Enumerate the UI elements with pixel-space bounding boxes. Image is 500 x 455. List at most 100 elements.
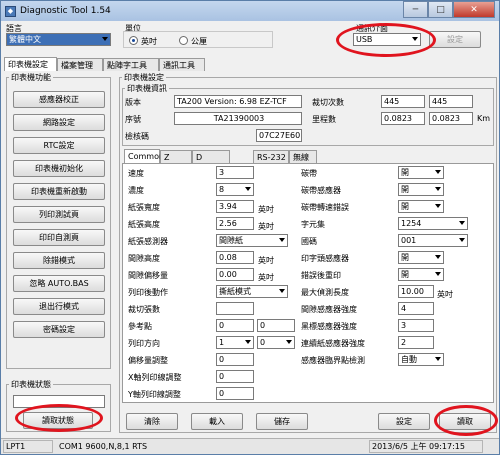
tab-wireless[interactable]: 無線: [289, 150, 317, 163]
threshold-select[interactable]: 自動: [398, 353, 444, 366]
print-test-page-button[interactable]: 列印測試頁: [13, 206, 105, 223]
ribbon-sensor-select[interactable]: 開: [398, 183, 444, 196]
paper-width-field[interactable]: 3.94: [216, 200, 254, 213]
bline-intensity-label: 黑標感應器強度: [301, 322, 357, 331]
charset-value: 1254: [401, 219, 422, 228]
ribbon-select[interactable]: 開: [398, 166, 444, 179]
threshold-value: 自動: [401, 355, 417, 364]
tab-file-manager[interactable]: 檔案管理: [57, 58, 103, 71]
paper-height-unit: 英吋: [258, 222, 274, 231]
rtc-setup-button[interactable]: RTC設定: [13, 137, 105, 154]
chevron-down-icon: [245, 187, 251, 191]
max-length-field[interactable]: 10.00: [398, 285, 434, 298]
tab-common[interactable]: Common: [124, 149, 164, 163]
tab-z[interactable]: Z: [160, 150, 192, 163]
media-sensor-label: 紙張感測器: [128, 237, 168, 246]
charset-select[interactable]: 1254: [398, 217, 468, 230]
unit-inch-radio[interactable]: [129, 36, 138, 45]
ignore-autobas-button[interactable]: 忽略 AUTO.BAS: [13, 275, 105, 292]
tab-d[interactable]: D: [192, 150, 230, 163]
chevron-down-icon: [279, 238, 285, 242]
head-sensor-select[interactable]: 開: [398, 251, 444, 264]
x-adjust-field[interactable]: 0: [216, 370, 254, 383]
tab-rs232[interactable]: RS-232: [253, 150, 289, 163]
sensor-calibration-button[interactable]: 感應器校正: [13, 91, 105, 108]
threshold-label: 感應器臨界點檢測: [301, 356, 365, 365]
post-print-select[interactable]: 撕紙模式: [216, 285, 288, 298]
read-button[interactable]: 讀取: [439, 413, 491, 430]
printer-setup-label: 印表機設定: [122, 72, 166, 83]
network-setup-button[interactable]: 網路設定: [13, 114, 105, 131]
tab-printer-setup[interactable]: 印表機設定: [4, 57, 57, 71]
paper-height-field[interactable]: 2.56: [216, 217, 254, 230]
debug-mode-button[interactable]: 除錯模式: [13, 252, 105, 269]
exit-line-mode-button[interactable]: 退出行模式: [13, 298, 105, 315]
language-value: 繁體中文: [9, 35, 41, 44]
ref-x-field[interactable]: 0: [216, 319, 254, 332]
direction-select-1[interactable]: 1: [216, 336, 254, 349]
head-sensor-value: 開: [401, 253, 409, 262]
printer-restart-button[interactable]: 印表機重新啟動: [13, 183, 105, 200]
print-self-test-button[interactable]: 印印自測頁: [13, 229, 105, 246]
max-length-unit: 英吋: [437, 290, 453, 299]
chevron-down-icon: [435, 204, 441, 208]
unit-mm-radio[interactable]: [179, 36, 188, 45]
ref-point-label: 參考點: [128, 322, 152, 331]
y-adjust-field[interactable]: 0: [216, 387, 254, 400]
bline-intensity-field[interactable]: 3: [398, 319, 434, 332]
gap-height-unit: 英吋: [258, 256, 274, 265]
close-button[interactable]: ✕: [453, 1, 495, 18]
set-button[interactable]: 設定: [378, 413, 430, 430]
cut-count-label: 裁切次數: [312, 98, 344, 107]
cut-count-setting-label: 裁切張數: [128, 305, 160, 314]
charset-label: 字元集: [301, 220, 325, 229]
functions-group-label: 印表機功能: [9, 72, 53, 83]
chevron-down-icon: [435, 357, 441, 361]
gap-offset-field[interactable]: 0.00: [216, 268, 254, 281]
tab-bitmap-font[interactable]: 點陣字工具: [103, 58, 159, 71]
mileage-label: 里程數: [312, 115, 336, 124]
load-button[interactable]: 載入: [191, 413, 243, 430]
country-label: 國碼: [301, 237, 317, 246]
clear-button[interactable]: 清除: [126, 413, 178, 430]
minimize-button[interactable]: ─: [403, 1, 428, 18]
direction-select-2[interactable]: 0: [257, 336, 295, 349]
status-port: LPT1: [3, 440, 53, 453]
density-select[interactable]: 8: [216, 183, 254, 196]
speed-field[interactable]: 3: [216, 166, 254, 179]
info-group-label: 印表機資訊: [125, 83, 169, 94]
cut-count-setting-field[interactable]: [216, 302, 254, 315]
status-com: COM1 9600,N,8,1 RTS: [59, 442, 148, 451]
interface-setup-button[interactable]: 設定: [429, 31, 481, 48]
gap-intensity-field[interactable]: 4: [398, 302, 434, 315]
status-bar: LPT1 COM1 9600,N,8,1 RTS 2013/6/5 上午 09:…: [1, 438, 499, 454]
country-select[interactable]: 001: [398, 234, 468, 247]
status-group-label: 印表機狀態: [9, 379, 53, 390]
continuous-intensity-field[interactable]: 2: [398, 336, 434, 349]
password-setup-button[interactable]: 密碼設定: [13, 321, 105, 338]
read-status-button[interactable]: 讀取狀態: [23, 412, 93, 429]
ribbon-error-select[interactable]: 開: [398, 200, 444, 213]
interface-select[interactable]: USB: [353, 33, 421, 46]
gap-height-field[interactable]: 0.08: [216, 251, 254, 264]
main-window: ◆ Diagnostic Tool 1.54 ─ □ ✕ 語言 繁體中文 單位 …: [0, 0, 500, 455]
shift-field[interactable]: 0: [216, 353, 254, 366]
country-value: 001: [401, 236, 417, 245]
media-sensor-select[interactable]: 間隙紙: [216, 234, 288, 247]
title-bar: ◆ Diagnostic Tool 1.54 ─ □ ✕: [1, 1, 499, 21]
save-button[interactable]: 儲存: [256, 413, 308, 430]
maximize-button[interactable]: □: [428, 1, 453, 18]
density-label: 濃度: [128, 186, 144, 195]
tab-comm-tools[interactable]: 通訊工具: [159, 58, 205, 71]
chevron-down-icon: [245, 340, 251, 344]
language-select[interactable]: 繁體中文: [6, 33, 111, 46]
head-sensor-label: 印字頭感應器: [301, 254, 349, 263]
chevron-down-icon: [435, 170, 441, 174]
status-display: [13, 395, 105, 408]
chevron-down-icon: [435, 272, 441, 276]
paper-height-label: 紙張高度: [128, 220, 160, 229]
reprint-select[interactable]: 開: [398, 268, 444, 281]
direction-label: 列印方向: [128, 339, 160, 348]
ref-y-field[interactable]: 0: [257, 319, 295, 332]
printer-init-button[interactable]: 印表機初始化: [13, 160, 105, 177]
